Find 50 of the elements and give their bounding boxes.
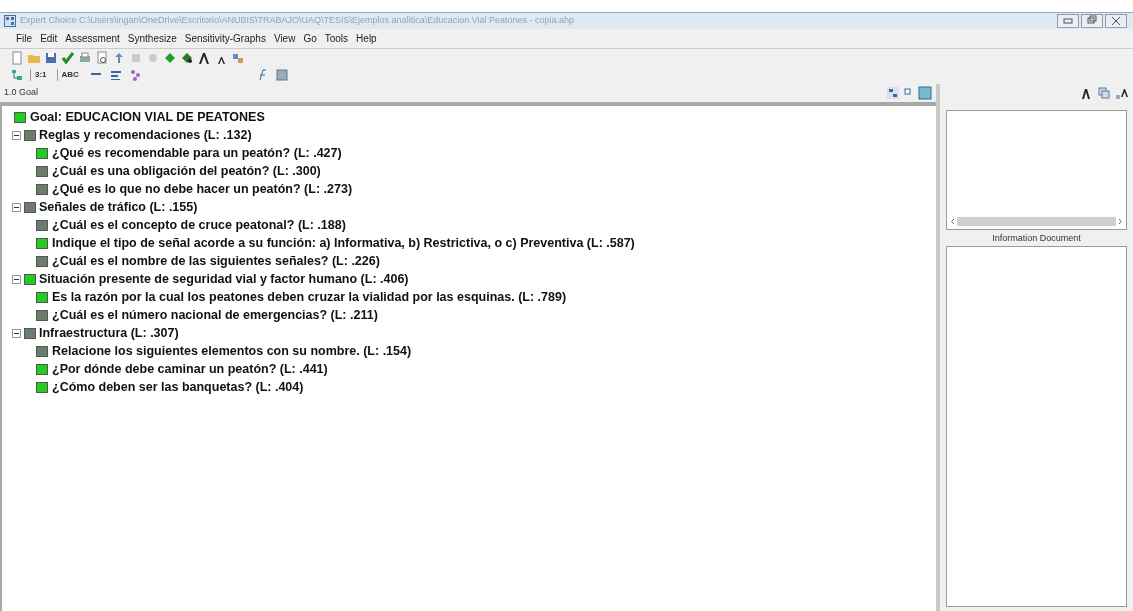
tree-node-label[interactable]: ¿Por dónde debe caminar un peatón? (L: .441)	[52, 360, 328, 378]
window-title: Expert Choice C:\Users\ingan\OneDrive\Escritorio\ANUBIS\TRABAJO\UAQ\TESIS\Ejemplos analitica\Educacion Vial Peatones - copia.ahp	[20, 14, 575, 28]
tree-node-label[interactable]: ¿Cuál es el nombre de las siguientes señales? (L: .226)	[52, 252, 380, 270]
restore-icon[interactable]	[1081, 14, 1103, 28]
tree-node-label[interactable]: Es la razón por la cual los peatones deben cruzar la vialidad por las esquinas. (L: .789)	[52, 288, 567, 306]
tree-node-label[interactable]: ¿Qué es recomendable para un peatón? (L: .427)	[52, 144, 342, 162]
tree-node-label[interactable]: ¿Cuál es el número nacional de emergencias? (L: .211)	[52, 306, 378, 324]
tree-node-label[interactable]: ¿Cómo deben ser las banquetas? (L: .404)	[52, 378, 304, 396]
tree-view-icon[interactable]	[886, 86, 900, 100]
tree-node-label[interactable]: Relacione los siguientes elementos con su nombre. (L: .154)	[52, 342, 412, 360]
save-icon[interactable]	[44, 50, 58, 65]
collapse-icon[interactable]	[12, 274, 21, 284]
node-path-label: 1.0 Goal	[4, 86, 39, 100]
panel-caption: Information Document	[992, 232, 1081, 244]
tree-node-label[interactable]: Goal: EDUCACION VIAL DE PEATONES	[30, 108, 265, 126]
menu-item[interactable]: Synthesize	[127, 31, 177, 46]
tree-node-label[interactable]: ¿Cuál es una obligación del peatón? (L: .300)	[52, 162, 321, 180]
toolbar-button[interactable]: 3:1	[30, 69, 51, 81]
grid-icon[interactable]	[274, 68, 289, 82]
scatter-icon[interactable]	[128, 68, 143, 82]
tree-node-label[interactable]: ¿Cuál es el concepto de cruce peatonal? (L: .188)	[52, 216, 346, 234]
toolbar-button[interactable]: ABC	[56, 69, 83, 81]
collapse-icon[interactable]	[12, 130, 21, 140]
tree-node-label[interactable]: Indique el tipo de señal acorde a su función: a) Informativa, b) Restrictiva, o c) Preventiva (L: .587)	[52, 234, 635, 252]
menu-item[interactable]: Assessment	[65, 31, 120, 46]
tree-node-label[interactable]: Infraestructura (L: .307)	[39, 324, 179, 342]
menu-item[interactable]: Edit	[40, 31, 58, 46]
menu-item[interactable]: File	[16, 31, 33, 46]
printer-icon[interactable]	[78, 50, 92, 65]
menu-item[interactable]: View	[273, 31, 296, 46]
tree-node-label[interactable]: Reglas y recomendaciones (L: .132)	[39, 126, 252, 144]
checkmark-icon[interactable]	[61, 50, 75, 65]
scroll-left-icon[interactable]	[949, 217, 957, 226]
horizontal-scrollbar[interactable]	[949, 216, 1124, 227]
menu-item[interactable]: Sensitivity-Graphs	[184, 31, 266, 46]
collapse-icon[interactable]	[12, 328, 21, 338]
app-icon	[4, 15, 16, 27]
minimize-icon[interactable]	[1057, 14, 1079, 28]
tree-node-label[interactable]: Situación presente de seguridad vial y factor humano (L: .406)	[39, 270, 409, 288]
print-preview-icon[interactable]	[95, 50, 109, 65]
tree-view-icon[interactable]	[10, 68, 24, 82]
tree-node-label[interactable]: ¿Qué es lo que no debe hacer un peatón? (L: .273)	[52, 180, 353, 198]
menu-item[interactable]: Help	[356, 31, 377, 46]
collapse-icon[interactable]	[12, 202, 21, 212]
menu-item[interactable]: Tools	[324, 31, 349, 46]
menu-item[interactable]: Go	[303, 31, 317, 46]
close-icon[interactable]	[1105, 14, 1127, 28]
bars-icon[interactable]	[108, 68, 123, 82]
tree-node-label[interactable]: Señales de tráfico (L: .155)	[39, 198, 198, 216]
scroll-right-icon[interactable]	[1116, 217, 1124, 226]
